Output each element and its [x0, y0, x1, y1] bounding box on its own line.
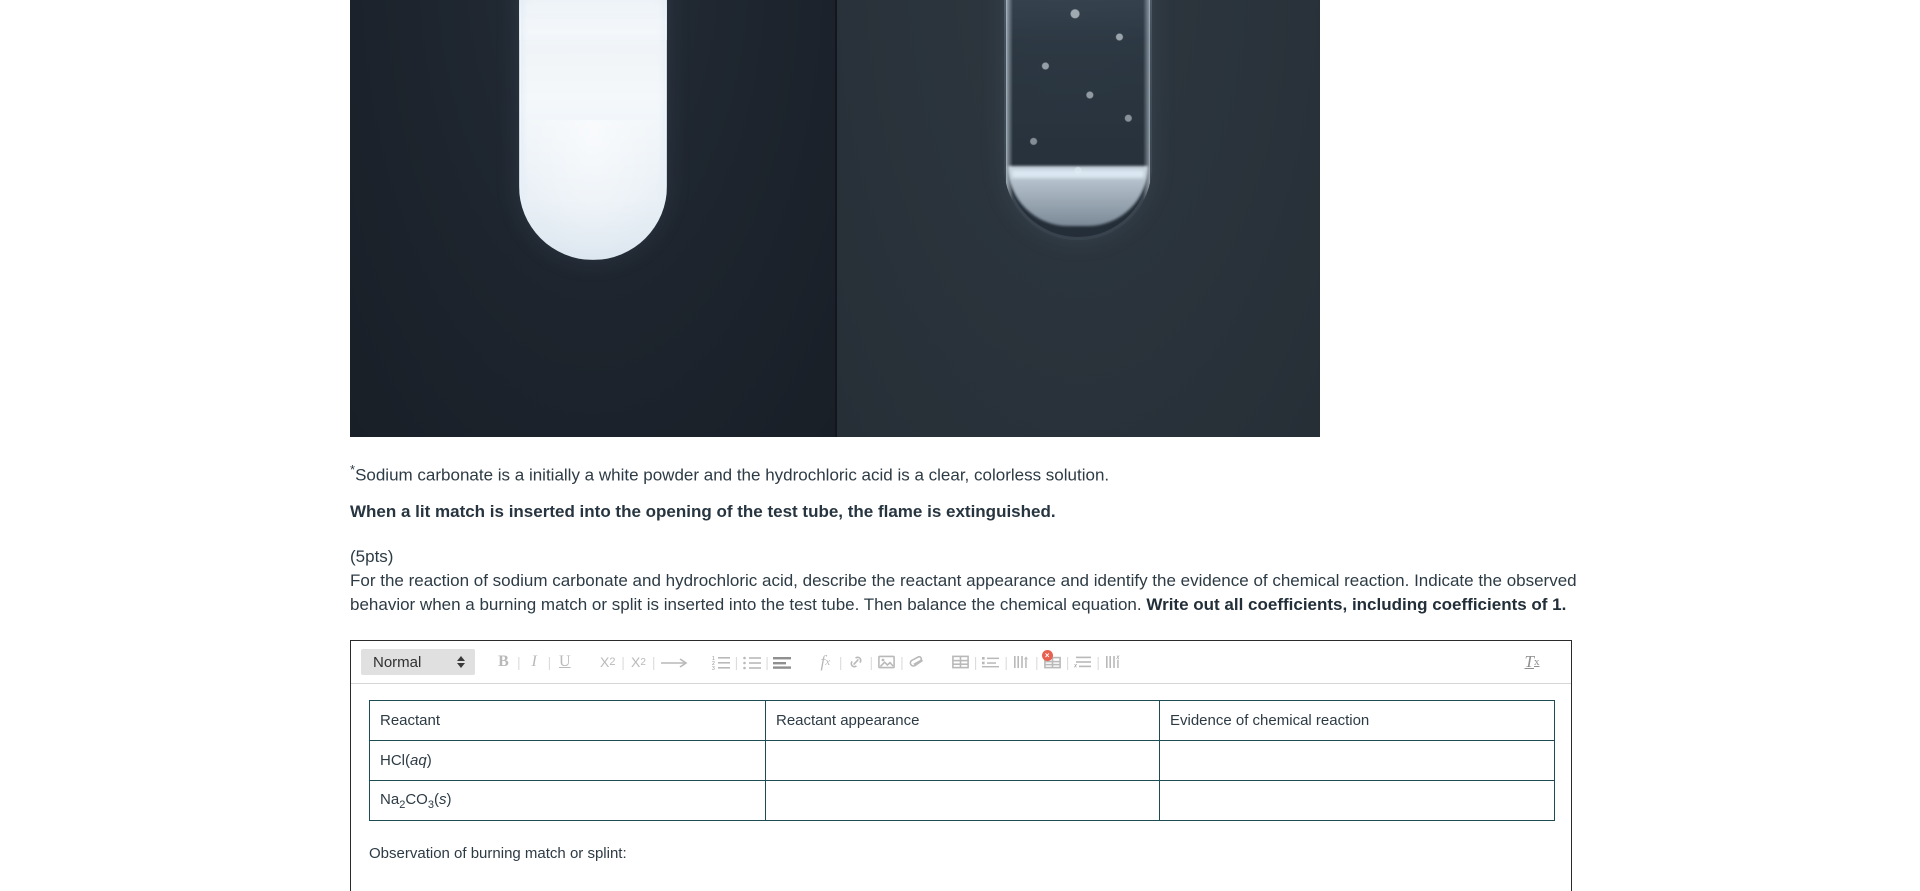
table-header-evidence[interactable]: Evidence of chemical reaction — [1159, 700, 1555, 741]
delete-badge-icon: × — [1041, 650, 1053, 661]
footnote-body: Sodium carbonate is a initially a white … — [355, 465, 1110, 485]
powder-highlight — [518, 120, 667, 260]
page-root: *Sodium carbonate is a initially a white… — [0, 0, 1920, 891]
delete-table-button[interactable]: × — [1040, 647, 1065, 677]
script-group: X2 | X2 | — [595, 647, 690, 677]
table-header-row: Reactant Reactant appearance Evidence of… — [369, 700, 1555, 741]
footnote-text: *Sodium carbonate is a initially a white… — [350, 461, 1580, 488]
cell-evidence-hcl[interactable] — [1159, 740, 1555, 781]
superscript-button[interactable]: X2 — [626, 647, 651, 677]
image-button[interactable] — [874, 647, 899, 677]
table-column-properties-button[interactable] — [1009, 647, 1034, 677]
prompt-emphasis: Write out all coefficients, including co… — [1146, 595, 1567, 615]
paragraph-style-value: Normal — [373, 653, 422, 671]
question-prompt: (5pts) For the reaction of sodium carbon… — [350, 545, 1580, 617]
svg-text:3: 3 — [712, 666, 715, 670]
reactant-table[interactable]: Reactant Reactant appearance Evidence of… — [369, 700, 1555, 821]
insert-arrow-button[interactable] — [657, 647, 691, 677]
clear-formatting-button[interactable]: Tx — [1515, 647, 1549, 677]
test-tube-left — [518, 0, 667, 260]
flame-statement: When a lit match is inserted into the op… — [350, 502, 1056, 521]
points-label: (5pts) — [350, 547, 394, 566]
table-header-reactant[interactable]: Reactant — [369, 700, 766, 741]
italic-button[interactable]: I — [522, 647, 547, 677]
white-powder-deposit — [518, 0, 667, 260]
cell-appearance-na2co3[interactable] — [765, 780, 1160, 821]
bold-button[interactable]: B — [491, 647, 516, 677]
underline-button[interactable]: U — [552, 647, 577, 677]
observation-label[interactable]: Observation of burning match or splint: — [369, 845, 1553, 862]
attachment-button[interactable] — [905, 647, 930, 677]
cell-reactant-hcl[interactable]: HCl(aq) — [369, 740, 766, 781]
svg-text:x: x — [1115, 655, 1120, 661]
align-button[interactable] — [770, 647, 795, 677]
insert-table-button[interactable] — [948, 647, 973, 677]
table-header-reactant-appearance[interactable]: Reactant appearance — [765, 700, 1160, 741]
delete-row-button[interactable]: x — [1070, 647, 1095, 677]
editor-content-area[interactable]: Reactant Reactant appearance Evidence of… — [351, 684, 1571, 891]
text-format-group: B | I | U — [491, 647, 577, 677]
editor-toolbar: Normal B | I | U X2 | X2 | 1 2 3 | | f x… — [351, 641, 1571, 684]
subscript-button[interactable]: X2 — [595, 647, 620, 677]
table-row: Na2CO3(s) — [369, 780, 1555, 821]
rich-text-editor[interactable]: Normal B | I | U X2 | X2 | 1 2 3 | | f x… — [350, 640, 1572, 891]
experiment-photo — [350, 0, 1320, 437]
equation-button[interactable]: fx — [813, 647, 838, 677]
insert-group: fx | | | — [813, 647, 930, 677]
table-row: HCl(aq) — [369, 740, 1555, 781]
panel-divider — [835, 0, 837, 437]
table-row-properties-button[interactable] — [978, 647, 1003, 677]
table-group: | | | × | x | x — [948, 647, 1126, 677]
prompt-paragraph: For the reaction of sodium carbonate and… — [350, 569, 1580, 617]
link-button[interactable] — [843, 647, 868, 677]
list-group: 1 2 3 | | — [709, 647, 795, 677]
cell-reactant-na2co3[interactable]: Na2CO3(s) — [369, 780, 766, 821]
select-updown-icon — [457, 656, 465, 668]
test-tube-right — [1003, 0, 1152, 240]
table-body: Reactant Reactant appearance Evidence of… — [369, 700, 1555, 821]
delete-column-button[interactable]: x — [1101, 647, 1126, 677]
cell-appearance-hcl[interactable] — [765, 740, 1160, 781]
ordered-list-button[interactable]: 1 2 3 — [709, 647, 734, 677]
paragraph-style-select[interactable]: Normal — [361, 649, 475, 675]
svg-text:x: x — [1074, 664, 1078, 669]
bubbling-reaction-test-tube-panel — [835, 0, 1320, 437]
unordered-list-button[interactable] — [739, 647, 764, 677]
cell-evidence-na2co3[interactable] — [1159, 780, 1555, 821]
white-powder-test-tube-panel — [350, 0, 835, 437]
